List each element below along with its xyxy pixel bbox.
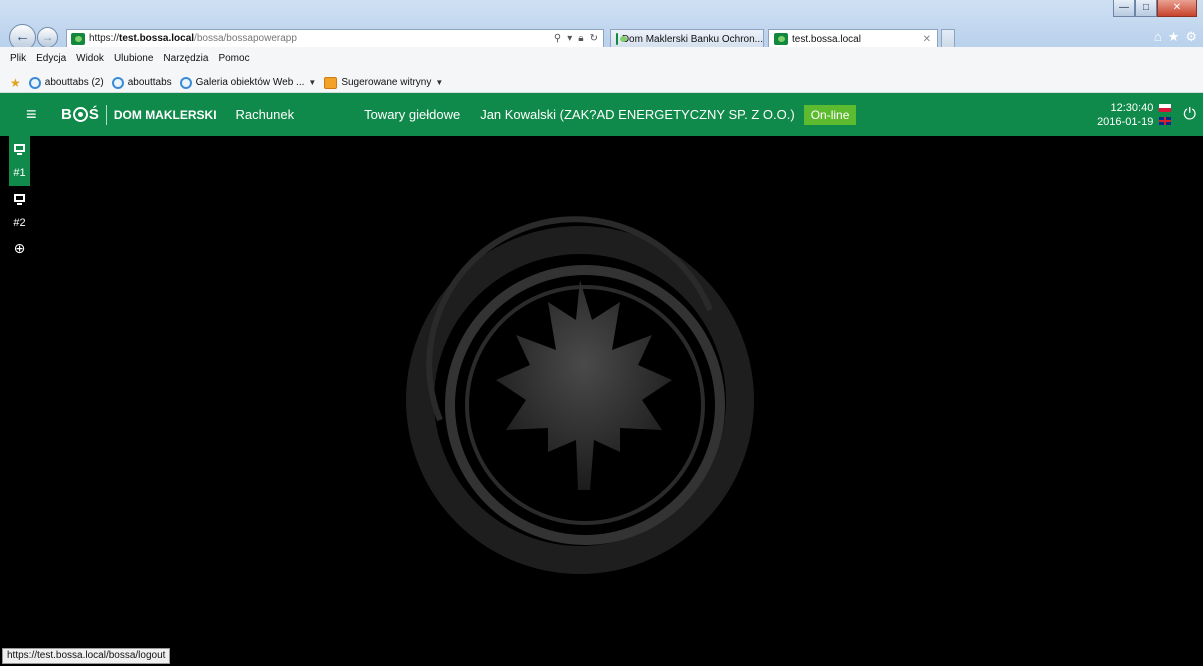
clock-time: 12:30:40 xyxy=(1110,101,1154,114)
favorite-galeria[interactable]: Galeria obiektów Web ... ▼ xyxy=(179,76,316,89)
suggested-sites-icon xyxy=(324,76,338,89)
brand-circle-icon xyxy=(72,107,88,122)
monitor-icon xyxy=(14,194,25,206)
ie-page-icon xyxy=(179,76,192,89)
close-window-button[interactable]: ✕ xyxy=(1157,0,1197,17)
dropdown-icon[interactable]: ▼ xyxy=(308,78,316,87)
clock-date: 2016-01-19 xyxy=(1097,115,1154,128)
settings-gear-icon[interactable]: ⚙ xyxy=(1185,29,1197,45)
workspace-2-label[interactable]: #2 xyxy=(9,211,30,236)
favorite-sugerowane[interactable]: Sugerowane witryny ▼ xyxy=(324,76,443,89)
polish-flag-icon[interactable] xyxy=(1159,104,1172,112)
search-icon[interactable]: ⚲ xyxy=(554,33,561,44)
minimize-button[interactable]: — xyxy=(1113,0,1135,17)
power-logout-icon[interactable]: ⏻ xyxy=(1183,106,1196,124)
new-tab-button[interactable] xyxy=(941,29,955,48)
add-workspace-button[interactable]: ⊕ xyxy=(9,236,30,261)
refresh-icon[interactable]: ↻ xyxy=(590,33,598,44)
brand-name: DOM MAKLERSKI xyxy=(113,107,217,122)
app-header: ≡ B Ś DOM MAKLERSKI Rachunek Towary gieł… xyxy=(0,93,1203,136)
window-controls: — □ ✕ xyxy=(1113,0,1197,17)
nav-towary-gieldowe[interactable]: Towary giełdowe xyxy=(364,107,460,122)
dropdown-icon[interactable]: ▾ xyxy=(567,33,572,44)
uk-flag-icon[interactable] xyxy=(1159,117,1172,125)
maple-leaf-watermark xyxy=(406,216,754,574)
browser-titlebar: — □ ✕ ← → https://test.bossa.local/bossa… xyxy=(0,0,1203,51)
favorites-star-icon[interactable]: ★ xyxy=(10,76,21,90)
maple-leaf-shape xyxy=(496,280,672,490)
left-edge xyxy=(0,136,9,666)
ie-page-icon xyxy=(28,76,41,89)
favorite-abouttabs-2[interactable]: abouttabs (2) xyxy=(28,76,104,89)
menu-pomoc[interactable]: Pomoc xyxy=(218,53,249,64)
plus-circle-icon: ⊕ xyxy=(13,240,26,256)
browser-tab-2[interactable]: test.bossa.local ✕ xyxy=(768,29,938,48)
ie-page-icon xyxy=(111,76,124,89)
workspace-rail: #1 #2 ⊕ xyxy=(9,136,30,666)
site-favicon-icon xyxy=(616,33,627,45)
tab-label: Dom Maklerski Banku Ochron... xyxy=(621,33,763,45)
tab-label: test.bossa.local xyxy=(792,33,861,45)
workspace-1-monitor[interactable] xyxy=(9,136,30,161)
language-flags xyxy=(1159,104,1172,125)
menu-narzedzia[interactable]: Narzędzia xyxy=(163,53,208,64)
menu-edycja[interactable]: Edycja xyxy=(36,53,66,64)
dropdown-icon[interactable]: ▼ xyxy=(435,78,443,87)
hamburger-menu-icon[interactable]: ≡ xyxy=(26,104,44,125)
maximize-button[interactable]: □ xyxy=(1135,0,1157,17)
browser-menubar: Plik Edycja Widok Ulubione Narzędzia Pom… xyxy=(0,47,1203,73)
brand-logo[interactable]: B Ś DOM MAKLERSKI xyxy=(61,104,217,125)
favorites-star-icon[interactable]: ★ xyxy=(1168,29,1180,45)
status-bar-url: https://test.bossa.local/bossa/logout xyxy=(2,648,171,664)
online-status-badge: On-line xyxy=(803,104,857,125)
monitor-icon xyxy=(14,144,25,156)
menu-ulubione[interactable]: Ulubione xyxy=(114,53,153,64)
menu-widok[interactable]: Widok xyxy=(76,53,104,64)
site-favicon-icon xyxy=(71,32,85,45)
nav-rachunek[interactable]: Rachunek xyxy=(236,107,295,122)
address-url[interactable]: https://test.bossa.local/bossa/bossapowe… xyxy=(89,33,297,44)
menu-plik[interactable]: Plik xyxy=(10,53,26,64)
address-bar-icons: ⚲ ▾ 🔒︎ ↻ xyxy=(554,33,603,44)
forward-button[interactable]: → xyxy=(37,27,58,48)
browser-toolbar-icons: ⌂ ★ ⚙ xyxy=(1154,29,1197,45)
home-icon[interactable]: ⌂ xyxy=(1154,29,1162,45)
site-favicon-icon xyxy=(774,33,788,45)
address-bar[interactable]: https://test.bossa.local/bossa/bossapowe… xyxy=(66,29,604,48)
favorites-bar: ★ abouttabs (2) abouttabs Galeria obiekt… xyxy=(0,73,1203,93)
lock-icon[interactable]: 🔒︎ xyxy=(578,33,583,44)
browser-tab-1[interactable]: Dom Maklerski Banku Ochron... xyxy=(610,29,764,48)
brand-divider xyxy=(105,104,107,125)
workspace-2-monitor[interactable] xyxy=(9,186,30,211)
favorite-abouttabs[interactable]: abouttabs xyxy=(111,76,172,89)
workspace-1-label[interactable]: #1 xyxy=(9,161,30,186)
close-tab-icon[interactable]: ✕ xyxy=(923,34,931,45)
clock: 12:30:40 2016-01-19 xyxy=(1097,101,1153,129)
nav-user-account[interactable]: Jan Kowalski (ZAK?AD ENERGETYCZNY SP. Z … xyxy=(480,107,795,122)
